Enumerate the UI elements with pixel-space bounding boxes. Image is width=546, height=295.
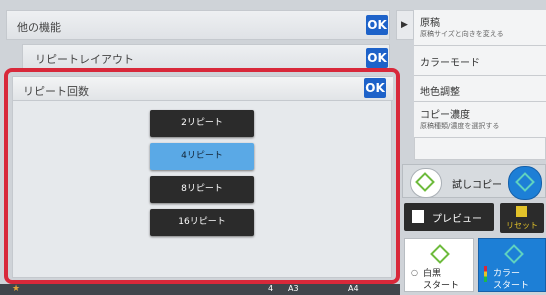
- trial-copy-label: 試しコピー: [452, 180, 502, 191]
- trial-copy-bw-button[interactable]: [410, 168, 442, 198]
- reset-button[interactable]: リセット: [500, 203, 544, 233]
- header-ok-button[interactable]: OK: [366, 15, 388, 35]
- trial-copy-color-button[interactable]: [508, 166, 542, 200]
- color-start-label-2: スタート: [493, 281, 530, 291]
- sidebar-item-sub: 原稿サイズと向きを変える: [420, 30, 504, 38]
- sidebar-item-background[interactable]: 地色調整: [414, 76, 546, 102]
- sidebar-item-color-mode[interactable]: カラーモード: [414, 46, 546, 76]
- repeat-option-2[interactable]: 2リピート: [150, 110, 254, 137]
- page-title: 他の機能: [17, 21, 61, 34]
- repeat-option-4[interactable]: 4リピート: [150, 143, 254, 170]
- bottom-bar: ★ 4 A3 A4: [0, 284, 400, 295]
- play-icon: ▶: [401, 20, 408, 30]
- color-start-button[interactable]: カラー スタート: [478, 238, 546, 292]
- sidebar-item-sub: 原稿種類/濃度を選択する: [420, 122, 500, 130]
- reset-icon: [516, 206, 527, 217]
- radio-icon: ○: [411, 268, 418, 277]
- sidebar-item-original[interactable]: 原稿 原稿サイズと向きを変える: [414, 10, 546, 46]
- tray-b: A3: [288, 284, 299, 293]
- sidebar-item-label: カラーモード: [420, 58, 480, 69]
- start-icon: [415, 172, 435, 192]
- preview-button[interactable]: プレビュー: [404, 203, 494, 231]
- start-icon: [504, 244, 524, 264]
- color-dots-icon: [484, 266, 487, 282]
- home-icon: ★: [12, 284, 21, 294]
- sidebar-item-label: コピー濃度: [420, 110, 470, 121]
- layout-row-label: リピートレイアウト: [35, 53, 134, 66]
- repeat-option-8[interactable]: 8リピート: [150, 176, 254, 203]
- preview-icon: [412, 210, 424, 223]
- dialog-ok-button[interactable]: OK: [364, 78, 386, 98]
- sidebar-item-label: 地色調整: [420, 87, 460, 98]
- tray-c: A4: [348, 284, 359, 293]
- start-icon: [430, 244, 450, 264]
- start-icon: [515, 172, 535, 192]
- sidebar-toggle[interactable]: ▶: [396, 10, 414, 40]
- repeat-option-16[interactable]: 16リピート: [150, 209, 254, 236]
- layout-ok-button[interactable]: OK: [366, 48, 388, 68]
- dialog-title-bar: リピート回数: [13, 77, 393, 101]
- header-bar: 他の機能: [6, 10, 390, 40]
- preview-label: プレビュー: [432, 214, 482, 225]
- tray-a: 4: [268, 284, 274, 293]
- bw-start-label-2: スタート: [423, 281, 460, 291]
- dialog-title: リピート回数: [23, 85, 89, 98]
- layout-row[interactable]: リピートレイアウト: [22, 44, 390, 70]
- bw-start-button[interactable]: ○ 白黒 スタート: [404, 238, 474, 292]
- sidebar-item-density[interactable]: コピー濃度 原稿種類/濃度を選択する: [414, 102, 546, 138]
- reset-label: リセット: [506, 221, 538, 230]
- sidebar-item-label: 原稿: [420, 18, 440, 29]
